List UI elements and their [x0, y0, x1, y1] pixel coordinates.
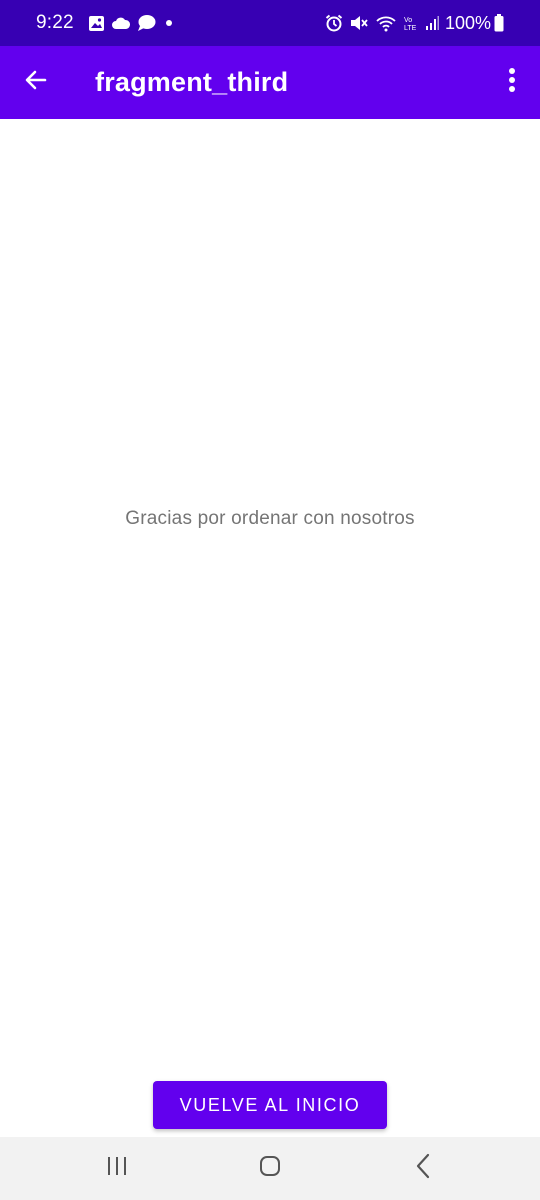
chat-icon — [137, 14, 156, 32]
status-right: Vo LTE 100% — [319, 13, 504, 34]
svg-text:Vo: Vo — [404, 17, 412, 24]
battery-icon — [494, 14, 504, 32]
svg-text:LTE: LTE — [404, 25, 417, 32]
app-bar: fragment_third — [0, 46, 540, 119]
volte-icon: Vo LTE — [403, 14, 419, 32]
system-navigation-bar — [0, 1137, 540, 1200]
wifi-icon — [375, 14, 397, 32]
mute-icon — [349, 14, 369, 32]
home-button[interactable] — [230, 1137, 310, 1200]
alarm-icon — [325, 14, 343, 32]
recents-button[interactable] — [77, 1137, 157, 1200]
image-icon — [88, 15, 105, 32]
recents-icon — [105, 1155, 129, 1182]
more-vert-icon — [508, 67, 516, 98]
thank-you-message: Gracias por ordenar con nosotros — [125, 508, 415, 529]
cloud-icon — [111, 16, 131, 30]
back-button[interactable] — [0, 46, 72, 119]
status-bar: 9:22 Vo LTE 100% — [0, 0, 540, 46]
back-to-home-button[interactable]: VUELVE AL INICIO — [153, 1081, 387, 1129]
nav-back-button[interactable] — [383, 1137, 463, 1200]
dot-icon — [165, 20, 172, 26]
arrow-back-icon — [24, 68, 48, 97]
overflow-menu-button[interactable] — [484, 46, 540, 119]
page-title: fragment_third — [95, 67, 289, 97]
home-icon — [258, 1154, 282, 1183]
signal-icon — [425, 15, 439, 31]
battery-percentage: 100% — [444, 12, 491, 33]
status-time: 9:22 — [36, 12, 74, 33]
back-icon — [414, 1153, 432, 1184]
status-left: 9:22 — [36, 12, 172, 34]
